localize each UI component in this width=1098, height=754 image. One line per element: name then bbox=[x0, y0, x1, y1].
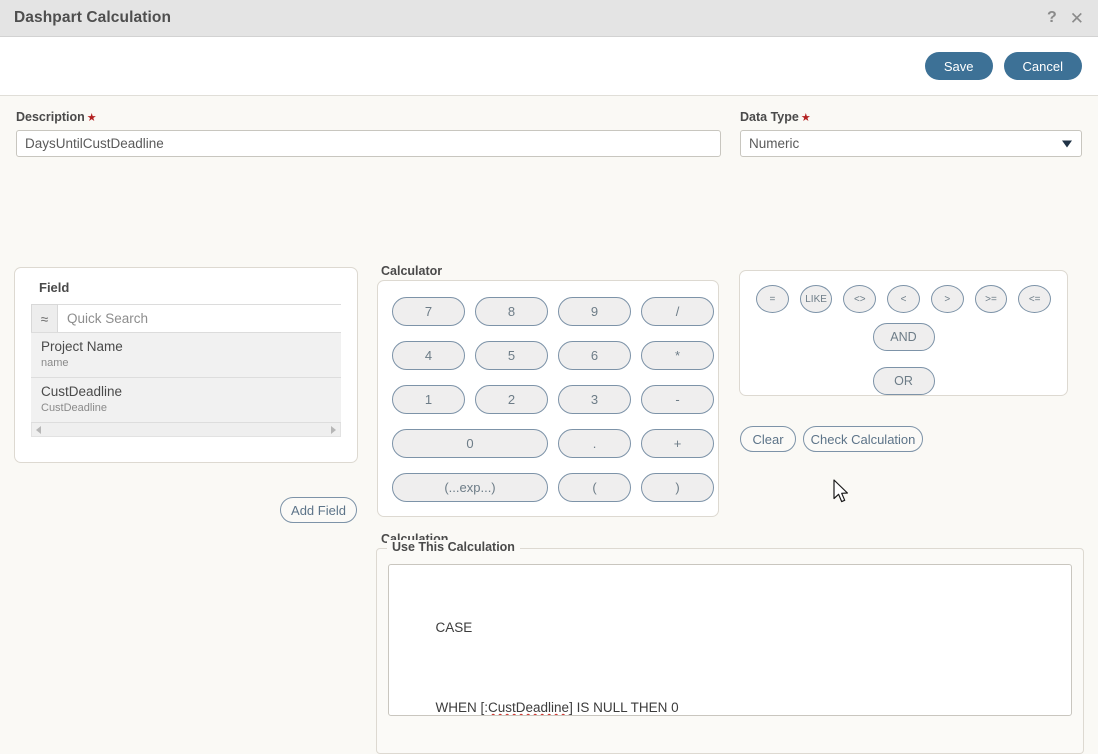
mouse-cursor bbox=[833, 479, 848, 503]
sql-text: ] IS NULL THEN 0 bbox=[569, 700, 679, 715]
data-type-group: Data Type ★ bbox=[740, 109, 1082, 157]
data-type-required-icon: ★ bbox=[800, 112, 811, 124]
field-item-name: Project Name bbox=[41, 339, 123, 354]
calc-key-0[interactable]: 0 bbox=[392, 429, 548, 458]
calculator-title: Calculator bbox=[381, 264, 443, 278]
approx-search-icon[interactable]: ≈ bbox=[31, 304, 58, 332]
field-list: Project Name name CustDeadline CustDeadl… bbox=[31, 333, 341, 423]
cancel-button[interactable]: Cancel bbox=[1003, 52, 1082, 80]
calc-key-2[interactable]: 2 bbox=[475, 385, 548, 414]
calculation-textarea[interactable]: CASE WHEN [:CustDeadline] IS NULL THEN 0… bbox=[388, 564, 1072, 716]
calc-key-expression[interactable]: (...exp...) bbox=[392, 473, 548, 502]
calc-key-8[interactable]: 8 bbox=[475, 297, 548, 326]
sql-line-1: CASE bbox=[398, 604, 1062, 652]
operator-less-or-equal[interactable]: <= bbox=[1018, 285, 1052, 313]
calc-key-9[interactable]: 9 bbox=[558, 297, 631, 326]
list-item[interactable]: Project Name name bbox=[31, 333, 341, 378]
calc-key-4[interactable]: 4 bbox=[392, 341, 465, 370]
add-field-button[interactable]: Add Field bbox=[280, 497, 357, 523]
calc-key-minus[interactable]: - bbox=[641, 385, 714, 414]
field-item-name: CustDeadline bbox=[41, 384, 123, 399]
data-type-value[interactable] bbox=[740, 130, 1082, 157]
sql-text: CASE bbox=[435, 620, 473, 635]
data-type-label-row: Data Type ★ bbox=[740, 109, 1082, 124]
operator-greater-or-equal[interactable]: >= bbox=[974, 285, 1008, 313]
sql-token-misspelled: CustDeadline bbox=[488, 700, 570, 715]
operator-like[interactable]: LIKE bbox=[799, 285, 833, 313]
calc-key-1[interactable]: 1 bbox=[392, 385, 465, 414]
field-item-sub: CustDeadline bbox=[41, 402, 108, 414]
field-panel: Field ≈ Project Name name CustDeadline C… bbox=[14, 267, 358, 463]
field-item-sub: name bbox=[41, 357, 69, 369]
sql-text: WHEN [: bbox=[435, 700, 489, 715]
scroll-right-arrow-icon[interactable] bbox=[331, 425, 336, 434]
calculation-panel: Use This Calculation CASE WHEN [:CustDea… bbox=[376, 540, 1084, 754]
calculation-legend: Use This Calculation bbox=[387, 540, 520, 554]
calc-key-close-paren[interactable]: ) bbox=[641, 473, 714, 502]
field-panel-title: Field bbox=[39, 280, 70, 295]
close-icon[interactable]: ✕ bbox=[1070, 10, 1084, 27]
operators-panel: = LIKE <> < > >= <= AND OR bbox=[739, 270, 1068, 396]
calc-key-multiply[interactable]: * bbox=[641, 341, 714, 370]
clear-button[interactable]: Clear bbox=[740, 426, 796, 452]
description-label: Description bbox=[16, 110, 85, 124]
window-title: Dashpart Calculation bbox=[14, 9, 172, 26]
operator-greater-than[interactable]: > bbox=[930, 285, 964, 313]
data-type-label: Data Type bbox=[740, 110, 799, 124]
description-group: Description ★ bbox=[16, 109, 721, 157]
calc-key-7[interactable]: 7 bbox=[392, 297, 465, 326]
calc-key-3[interactable]: 3 bbox=[558, 385, 631, 414]
dialog-toolbar: Save Cancel bbox=[0, 37, 1098, 96]
sql-line-2: WHEN [:CustDeadline] IS NULL THEN 0 bbox=[398, 684, 1062, 715]
calculator-keypad: 7 8 9 / 4 5 6 * 1 2 3 - 0 . + (...exp...… bbox=[378, 281, 718, 518]
calc-key-plus[interactable]: + bbox=[641, 429, 714, 458]
operator-less-than[interactable]: < bbox=[887, 285, 920, 313]
check-calculation-button[interactable]: Check Calculation bbox=[803, 426, 923, 452]
scroll-left-arrow-icon[interactable] bbox=[36, 425, 41, 434]
calc-key-decimal[interactable]: . bbox=[558, 429, 631, 458]
description-input[interactable] bbox=[16, 130, 721, 157]
calc-key-6[interactable]: 6 bbox=[558, 341, 631, 370]
operator-or[interactable]: OR bbox=[872, 367, 935, 395]
data-type-select[interactable] bbox=[740, 130, 1082, 157]
calculation-editor-wrap: CASE WHEN [:CustDeadline] IS NULL THEN 0… bbox=[388, 564, 1072, 716]
description-required-icon: ★ bbox=[86, 112, 97, 124]
list-item[interactable]: CustDeadline CustDeadline bbox=[31, 378, 341, 423]
calc-key-divide[interactable]: / bbox=[641, 297, 714, 326]
calc-key-5[interactable]: 5 bbox=[475, 341, 548, 370]
or-operator-row: OR bbox=[740, 367, 1067, 395]
window-titlebar: Dashpart Calculation ? ✕ bbox=[0, 0, 1098, 37]
operator-not-equals[interactable]: <> bbox=[843, 285, 877, 313]
calc-key-open-paren[interactable]: ( bbox=[558, 473, 631, 502]
description-label-row: Description ★ bbox=[16, 109, 721, 124]
horizontal-scrollbar[interactable] bbox=[31, 423, 341, 437]
help-icon[interactable]: ? bbox=[1047, 10, 1057, 26]
operator-equals[interactable]: = bbox=[756, 285, 789, 313]
and-operator-row: AND bbox=[740, 323, 1067, 351]
operator-and[interactable]: AND bbox=[872, 323, 935, 351]
calculator-panel: 7 8 9 / 4 5 6 * 1 2 3 - 0 . + (...exp...… bbox=[377, 280, 719, 517]
field-search-row: ≈ bbox=[31, 304, 341, 333]
comparison-operator-row: = LIKE <> < > >= <= bbox=[740, 271, 1067, 313]
search-input[interactable] bbox=[58, 304, 341, 332]
save-button[interactable]: Save bbox=[924, 52, 993, 80]
